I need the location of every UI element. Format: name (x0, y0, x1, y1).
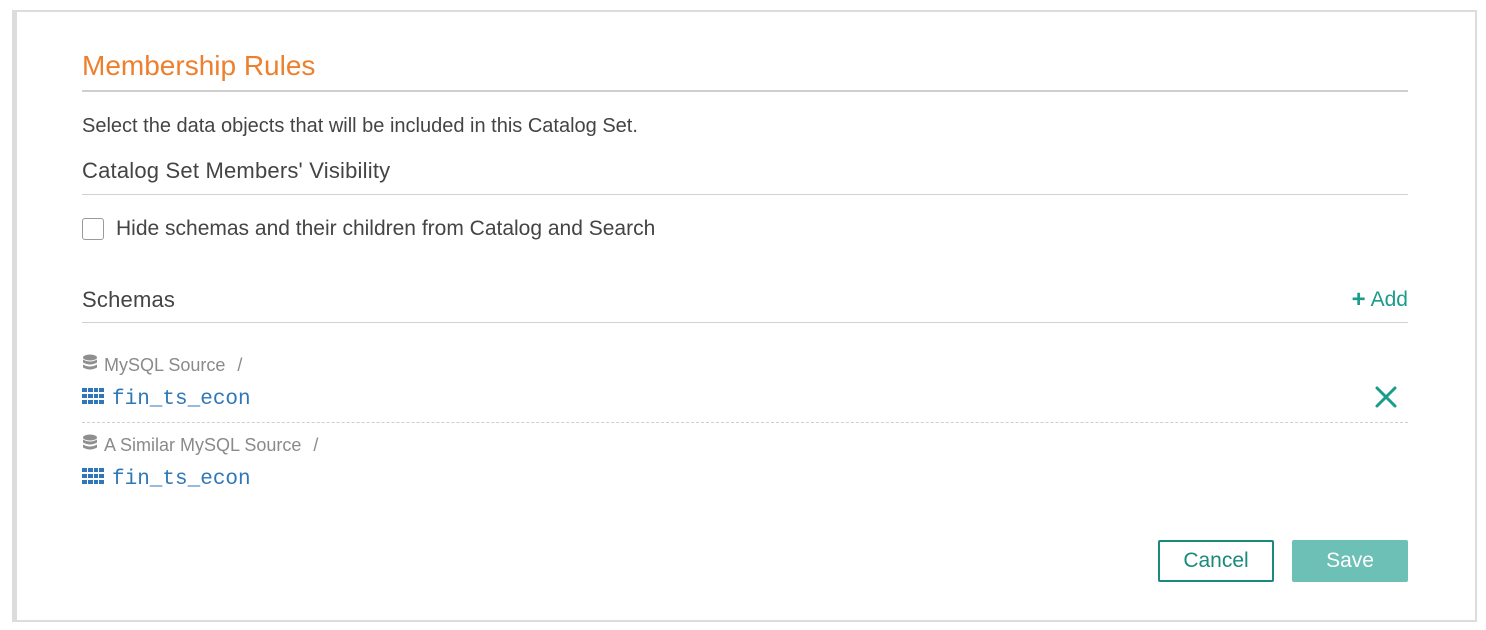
visibility-section-title: Catalog Set Members' Visibility (82, 158, 391, 183)
plus-icon: + (1351, 286, 1366, 313)
schema-member: A Similar MySQL Source / fin_ts_econ (82, 433, 1408, 491)
visibility-divider (82, 194, 1408, 195)
remove-schema-button[interactable] (1374, 385, 1398, 414)
breadcrumb-separator: / (313, 434, 319, 455)
panel-description: Select the data objects that will be inc… (82, 115, 638, 137)
cancel-button[interactable]: Cancel (1158, 540, 1274, 582)
source-breadcrumb: A Similar MySQL Source / (82, 433, 1408, 457)
add-label: Add (1370, 288, 1408, 311)
source-name: MySQL Source (104, 354, 226, 375)
schema-grid-icon (82, 468, 104, 490)
schema-link[interactable]: fin_ts_econ (112, 468, 251, 491)
schema-entry: fin_ts_econ (82, 387, 1408, 411)
schema-entry: fin_ts_econ (82, 467, 1408, 491)
add-schema-button[interactable]: + Add (1352, 288, 1408, 312)
hide-schemas-checkbox[interactable] (82, 218, 104, 240)
schemas-divider (82, 322, 1408, 323)
title-divider (82, 90, 1408, 92)
database-icon (82, 434, 98, 457)
member-divider (82, 422, 1408, 423)
breadcrumb-separator: / (237, 354, 243, 375)
database-icon (82, 354, 98, 377)
page-title: Membership Rules (82, 50, 316, 81)
schemas-section-title: Schemas (82, 287, 176, 312)
save-button[interactable]: Save (1292, 540, 1408, 582)
schema-link[interactable]: fin_ts_econ (112, 388, 251, 411)
source-breadcrumb: MySQL Source / (82, 353, 1408, 377)
hide-schemas-label: Hide schemas and their children from Cat… (116, 217, 656, 240)
membership-rules-panel (12, 10, 1477, 622)
source-name: A Similar MySQL Source (104, 434, 302, 455)
close-icon (1374, 386, 1398, 413)
schema-grid-icon (82, 388, 104, 410)
schema-member: MySQL Source / fin_ts_econ (82, 353, 1408, 411)
hide-schemas-option[interactable]: Hide schemas and their children from Cat… (82, 217, 655, 241)
